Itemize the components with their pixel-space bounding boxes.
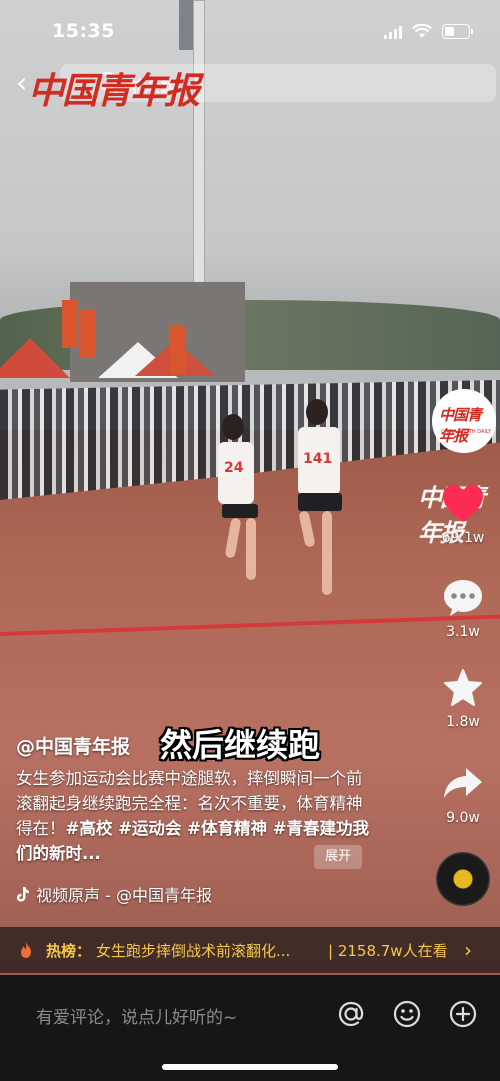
hot-list-bar[interactable]: 热榜： 女生跑步摔倒战术前滚翻化... | 2158.7w人在看 › bbox=[0, 927, 500, 973]
brand-logo: 中国青年报 bbox=[28, 70, 200, 112]
tent bbox=[0, 338, 70, 378]
home-indicator bbox=[162, 1064, 338, 1070]
red-flag bbox=[62, 300, 78, 348]
comment-button[interactable]: 3.1w bbox=[428, 578, 498, 640]
status-icons bbox=[384, 24, 473, 39]
emoji-icon[interactable] bbox=[392, 999, 422, 1029]
favorite-button[interactable]: 1.8w bbox=[428, 668, 498, 730]
tiktok-note-icon bbox=[17, 887, 29, 902]
status-time: 15:35 bbox=[52, 20, 115, 42]
runner-head bbox=[222, 414, 244, 440]
viewer-count: | 2158.7w人在看 bbox=[328, 942, 448, 960]
video-screen[interactable]: 24 141 中国青年报 15:35 ‹ bbox=[0, 0, 500, 1081]
comment-count: 3.1w bbox=[446, 624, 480, 640]
wifi-icon bbox=[412, 24, 432, 38]
bib-number: 141 bbox=[303, 451, 333, 467]
author-name[interactable]: @中国青年报 bbox=[16, 732, 130, 759]
fire-icon bbox=[21, 942, 31, 958]
runner-shorts bbox=[222, 504, 258, 518]
share-count: 9.0w bbox=[446, 810, 480, 826]
runner-head bbox=[306, 399, 328, 425]
add-icon[interactable] bbox=[448, 999, 478, 1029]
runner-leg bbox=[322, 511, 332, 595]
runner-shorts bbox=[298, 493, 342, 511]
hot-title: 女生跑步摔倒战术前滚翻化... bbox=[96, 942, 291, 960]
music-info[interactable]: 视频原声 - @中国青年报 bbox=[16, 882, 212, 906]
music-title: 视频原声 - @中国青年报 bbox=[36, 886, 212, 905]
cellular-signal-icon bbox=[384, 25, 402, 39]
runner-leg bbox=[246, 518, 256, 580]
comment-input[interactable]: 有爱评论，说点儿好听的~ bbox=[36, 1003, 237, 1028]
light-tower bbox=[193, 0, 205, 302]
heart-icon bbox=[443, 485, 483, 522]
music-disc-icon[interactable] bbox=[436, 852, 490, 906]
star-icon bbox=[444, 669, 482, 706]
share-button[interactable]: 9.0w bbox=[428, 764, 498, 826]
video-subtitle: 然后继续跑 bbox=[160, 726, 321, 764]
expand-button[interactable]: 展开 bbox=[314, 845, 362, 869]
at-mention-icon[interactable] bbox=[336, 999, 366, 1029]
avatar-logo: 中国青年报 bbox=[439, 406, 482, 445]
author-avatar[interactable]: 中国青年报 CHINA YOUTH DAILY bbox=[432, 389, 496, 453]
share-arrow-icon bbox=[444, 768, 482, 798]
like-count: 69.1w bbox=[441, 530, 485, 546]
red-flag bbox=[170, 326, 186, 374]
favorite-count: 1.8w bbox=[446, 714, 480, 730]
red-flag bbox=[80, 310, 96, 358]
battery-icon bbox=[442, 24, 473, 39]
bib-number: 24 bbox=[224, 460, 244, 476]
chevron-right-icon: › bbox=[464, 938, 472, 962]
like-button[interactable]: 69.1w bbox=[428, 484, 498, 546]
comment-icon bbox=[444, 580, 482, 616]
avatar-subtitle: CHINA YOUTH DAILY bbox=[441, 429, 492, 435]
hot-label: 热榜： bbox=[46, 942, 92, 960]
